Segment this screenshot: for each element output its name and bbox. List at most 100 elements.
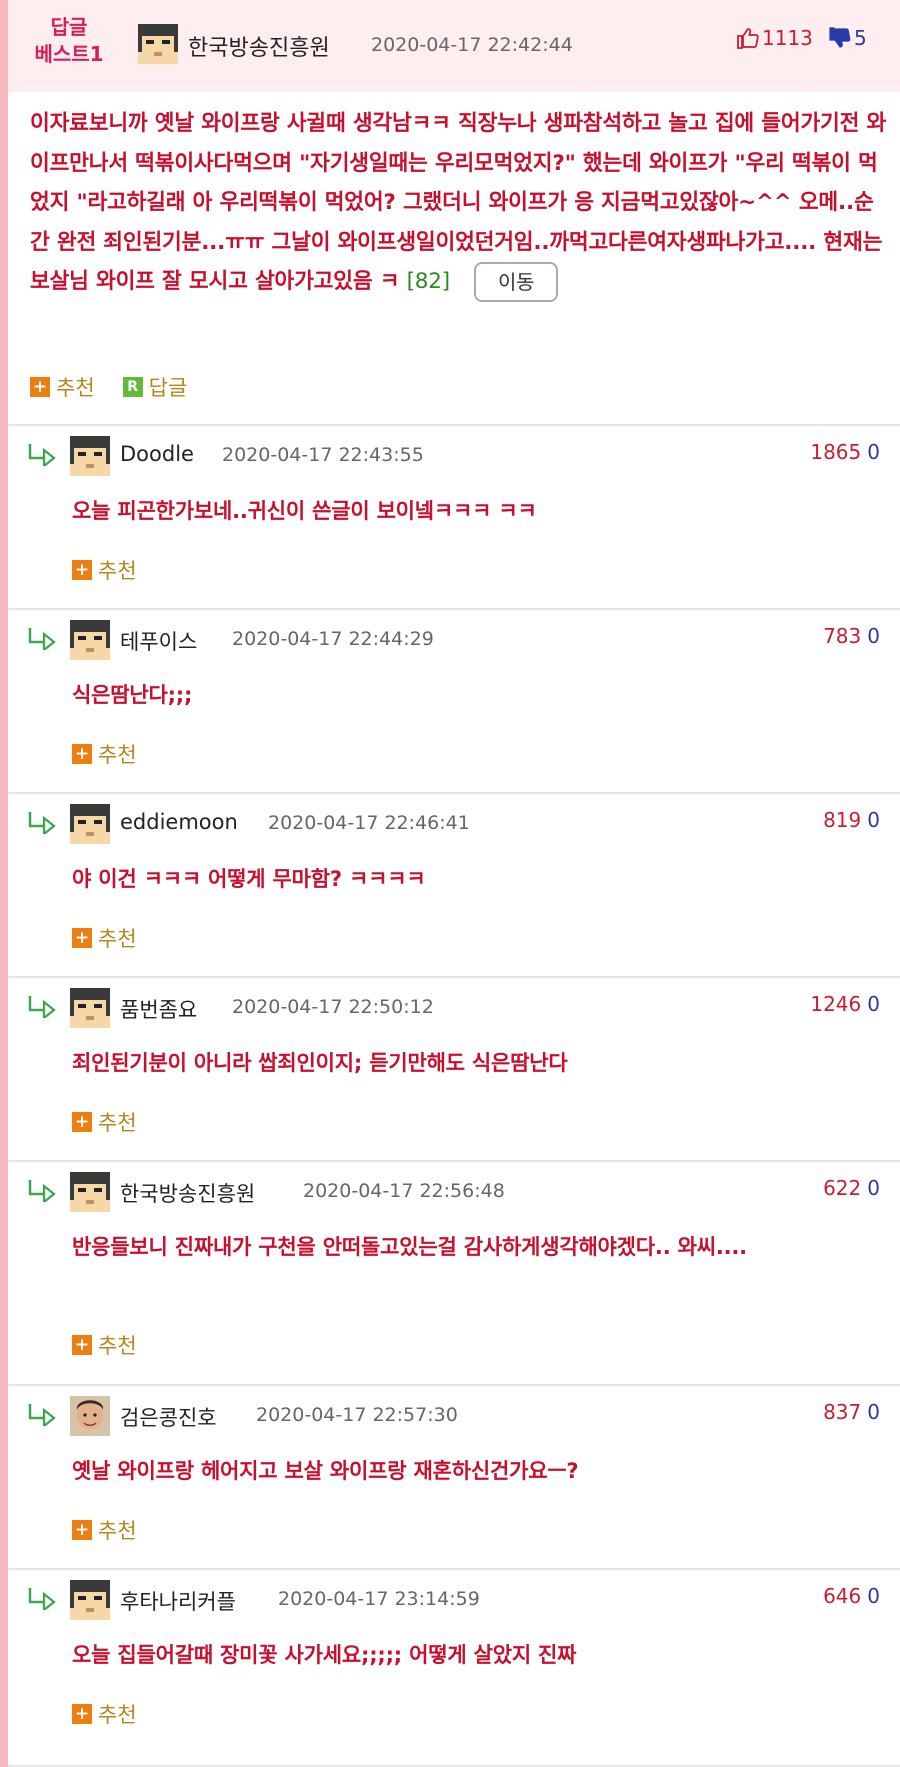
reply-upvote-count: 783 xyxy=(823,624,862,648)
reply-upvote-count: 837 xyxy=(823,1400,862,1424)
reply-downvote-count: 0 xyxy=(867,992,880,1016)
pixel-avatar-icon[interactable] xyxy=(138,24,178,64)
recommend-button[interactable]: 추천 xyxy=(98,739,137,769)
reply-author-name[interactable]: 품번좀요 xyxy=(120,994,197,1024)
reply-actions: + 추천 xyxy=(72,739,137,769)
reply-arrow-icon xyxy=(28,812,56,834)
reply-arrow-icon xyxy=(28,1180,56,1202)
best-author-name[interactable]: 한국방송진흥원 xyxy=(188,30,330,62)
reply-item: 후타나리커플 2020-04-17 23:14:59 646 0 오늘 집들어갈때… xyxy=(8,1570,900,1767)
reply-text: 식은땀난다;;; xyxy=(72,683,193,707)
best-post-date: 2020-04-17 22:42:44 xyxy=(371,34,573,56)
reply-votes[interactable]: 1865 0 xyxy=(810,440,880,464)
reply-votes[interactable]: 837 0 xyxy=(823,1400,880,1424)
reply-text: 오늘 집들어갈때 장미꽃 사가세요;;;;; 어떻게 살았지 진짜 xyxy=(72,1643,577,1667)
reply-upvote-count: 622 xyxy=(823,1176,862,1200)
recommend-button[interactable]: 추천 xyxy=(98,1699,137,1729)
reply-date: 2020-04-17 22:44:29 xyxy=(232,628,434,650)
reply-author-name[interactable]: eddiemoon xyxy=(120,810,238,834)
plus-icon: + xyxy=(72,560,92,580)
reply-votes[interactable]: 1246 0 xyxy=(810,992,880,1016)
plus-icon: + xyxy=(72,928,92,948)
plus-icon: + xyxy=(72,744,92,764)
thumbs-up-icon xyxy=(737,28,759,49)
photo-avatar-icon xyxy=(70,1396,110,1436)
plus-icon: + xyxy=(30,377,50,397)
avatar[interactable] xyxy=(70,436,110,480)
reply-text: 야 이건 ㅋㅋㅋ 어떻게 무마함? ㅋㅋㅋㅋ xyxy=(72,867,426,891)
reply-author-name[interactable]: 테푸이스 xyxy=(120,626,197,656)
reply-arrow-icon xyxy=(28,444,56,466)
thumbs-down-icon xyxy=(829,27,851,48)
reply-date: 2020-04-17 22:57:30 xyxy=(256,1404,458,1426)
reply-actions: + 추천 xyxy=(72,923,137,953)
downvote-count: 5 xyxy=(854,26,867,50)
reply-votes[interactable]: 622 0 xyxy=(823,1176,880,1200)
best-reply-text: 이자료보니까 옛날 와이프랑 사귈때 생각남ㅋㅋ 직장누나 생파참석하고 놀고 … xyxy=(30,111,887,294)
avatar[interactable] xyxy=(70,1580,110,1624)
reply-downvote-count: 0 xyxy=(867,1176,880,1200)
reply-arrow-icon xyxy=(28,996,56,1018)
reference-count: [82] xyxy=(406,269,451,294)
plus-icon: + xyxy=(72,1704,92,1724)
pixel-avatar-icon xyxy=(70,620,110,660)
reply-downvote-count: 0 xyxy=(867,808,880,832)
upvote-count: 1113 xyxy=(762,26,813,50)
avatar[interactable] xyxy=(70,988,110,1032)
reply-votes[interactable]: 819 0 xyxy=(823,808,880,832)
recommend-button[interactable]: 추천 xyxy=(98,1515,137,1545)
pixel-avatar-icon xyxy=(70,1580,110,1620)
recommend-button[interactable]: 추천 xyxy=(98,1107,137,1137)
reply-item: 품번좀요 2020-04-17 22:50:12 1246 0 죄인된기분이 아니… xyxy=(8,978,900,1162)
reply-date: 2020-04-17 22:50:12 xyxy=(232,996,434,1018)
comment-list: 답글 베스트1 한국방송진흥원 2020-04-17 22:42:44 1113… xyxy=(8,0,900,1767)
reply-text: 죄인된기분이 아니라 쌉죄인이지; 듣기만해도 식은땀난다 xyxy=(72,1051,568,1075)
recommend-button[interactable]: 추천 xyxy=(56,372,95,402)
reply-actions: + 추천 xyxy=(72,1107,137,1137)
reply-author-name[interactable]: 검은콩진호 xyxy=(120,1402,217,1432)
reply-item: Doodle 2020-04-17 22:43:55 1865 0 오늘 피곤한가… xyxy=(8,426,900,610)
avatar[interactable] xyxy=(70,1172,110,1216)
downvote-button[interactable]: 5 xyxy=(828,26,867,50)
reply-actions: + 추천 xyxy=(72,555,137,585)
pixel-avatar-icon xyxy=(70,1172,110,1212)
best-badge: 답글 베스트1 xyxy=(14,14,124,68)
reply-item: 한국방송진흥원 2020-04-17 22:56:48 622 0 반응들보니 진… xyxy=(8,1162,900,1386)
reply-button[interactable]: 답글 xyxy=(149,372,188,402)
plus-icon: + xyxy=(72,1520,92,1540)
pixel-avatar-icon xyxy=(70,988,110,1028)
reply-downvote-count: 0 xyxy=(867,1584,880,1608)
reply-votes[interactable]: 646 0 xyxy=(823,1584,880,1608)
reply-text: 반응들보니 진짜내가 구천을 안떠돌고있는걸 감사하게생각해야겠다.. 와씨..… xyxy=(72,1235,747,1259)
reply-downvote-count: 0 xyxy=(867,440,880,464)
reply-author-name[interactable]: 후타나리커플 xyxy=(120,1586,236,1616)
reply-author-name[interactable]: Doodle xyxy=(120,442,194,466)
reply-r-icon: R xyxy=(122,377,143,397)
reply-date: 2020-04-17 23:14:59 xyxy=(278,1588,480,1610)
move-button[interactable]: 이동 xyxy=(473,262,559,302)
reply-arrow-icon xyxy=(28,1404,56,1426)
reply-text: 옛날 와이프랑 헤어지고 보살 와이프랑 재혼하신건가요ㅡ? xyxy=(72,1459,579,1483)
best-badge-line2: 베스트1 xyxy=(34,42,104,66)
reply-upvote-count: 646 xyxy=(823,1584,862,1608)
upvote-button[interactable]: 1113 xyxy=(736,26,813,50)
best-actions: + 추천 R 답글 xyxy=(30,372,187,402)
reply-downvote-count: 0 xyxy=(867,624,880,648)
plus-icon: + xyxy=(72,1112,92,1132)
recommend-button[interactable]: 추천 xyxy=(98,1330,137,1360)
reply-actions: + 추천 xyxy=(72,1699,137,1729)
reply-downvote-count: 0 xyxy=(867,1400,880,1424)
pixel-avatar-icon xyxy=(70,804,110,844)
reply-author-name[interactable]: 한국방송진흥원 xyxy=(120,1178,255,1208)
recommend-button[interactable]: 추천 xyxy=(98,923,137,953)
avatar[interactable] xyxy=(70,1396,110,1440)
recommend-button[interactable]: 추천 xyxy=(98,555,137,585)
pixel-avatar-icon xyxy=(70,436,110,476)
best-reply-body: 이자료보니까 옛날 와이프랑 사귈때 생각남ㅋㅋ 직장누나 생파참석하고 놀고 … xyxy=(30,104,888,302)
avatar[interactable] xyxy=(70,804,110,848)
reply-date: 2020-04-17 22:43:55 xyxy=(222,444,424,466)
reply-date: 2020-04-17 22:56:48 xyxy=(303,1180,505,1202)
reply-actions: + 추천 xyxy=(72,1515,137,1545)
avatar[interactable] xyxy=(70,620,110,664)
reply-votes[interactable]: 783 0 xyxy=(823,624,880,648)
